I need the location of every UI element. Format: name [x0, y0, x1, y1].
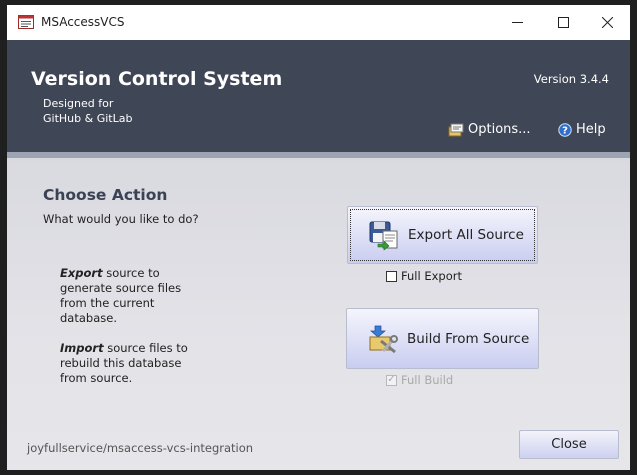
help-link[interactable]: ? Help — [558, 122, 606, 137]
repository-link[interactable]: joyfullservice/msaccess-vcs-integration — [27, 441, 253, 455]
export-description: Export source to generate source files f… — [60, 266, 195, 326]
build-tools-icon — [369, 325, 398, 353]
minimize-icon — [511, 22, 523, 23]
options-icon — [448, 123, 464, 136]
build-button-label: Build From Source — [407, 330, 530, 347]
help-icon: ? — [558, 122, 572, 137]
full-export-checkbox[interactable]: Full Export — [386, 269, 462, 283]
import-keyword: Import — [60, 341, 104, 355]
full-build-checkbox[interactable]: ✓ Full Build — [386, 373, 453, 387]
minimize-button[interactable] — [494, 5, 540, 40]
designed-for-text: Designed for GitHub & GitLab — [43, 96, 132, 126]
build-from-source-button[interactable]: Build From Source — [346, 308, 539, 369]
export-button-label: Export All Source — [408, 227, 524, 243]
app-icon — [18, 15, 34, 29]
designed-line-1: Designed for — [43, 97, 114, 110]
options-link[interactable]: Options... — [448, 122, 531, 137]
close-window-button[interactable] — [584, 5, 630, 40]
designed-line-2: GitHub & GitLab — [43, 112, 133, 125]
svg-text:?: ? — [562, 125, 568, 136]
window-title: MSAccessVCS — [41, 15, 125, 29]
help-label: Help — [576, 122, 606, 137]
options-label: Options... — [468, 122, 531, 137]
choose-action-subtitle: What would you like to do? — [43, 212, 199, 226]
export-floppy-icon — [369, 221, 398, 251]
export-all-source-button[interactable]: Export All Source — [347, 206, 538, 264]
full-build-label: Full Build — [401, 373, 454, 387]
full-build-box[interactable]: ✓ — [386, 374, 397, 386]
full-export-label: Full Export — [401, 269, 462, 283]
import-description: Import source files to rebuild this data… — [60, 341, 195, 386]
full-export-box[interactable] — [386, 270, 397, 282]
header-title: Version Control System — [31, 68, 283, 90]
title-bar: MSAccessVCS — [7, 5, 630, 40]
maximize-icon — [557, 17, 569, 28]
close-button[interactable]: Close — [519, 430, 619, 459]
main-window: MSAccessVCS Version Control System Versi… — [7, 5, 630, 470]
content-area: Choose Action What would you like to do?… — [7, 158, 630, 470]
maximize-button[interactable] — [540, 5, 586, 40]
export-keyword: Export — [60, 266, 103, 280]
version-label: Version 3.4.4 — [533, 72, 609, 86]
choose-action-title: Choose Action — [43, 186, 168, 204]
header-banner: Version Control System Version 3.4.4 Des… — [7, 40, 630, 152]
close-icon — [601, 17, 613, 28]
